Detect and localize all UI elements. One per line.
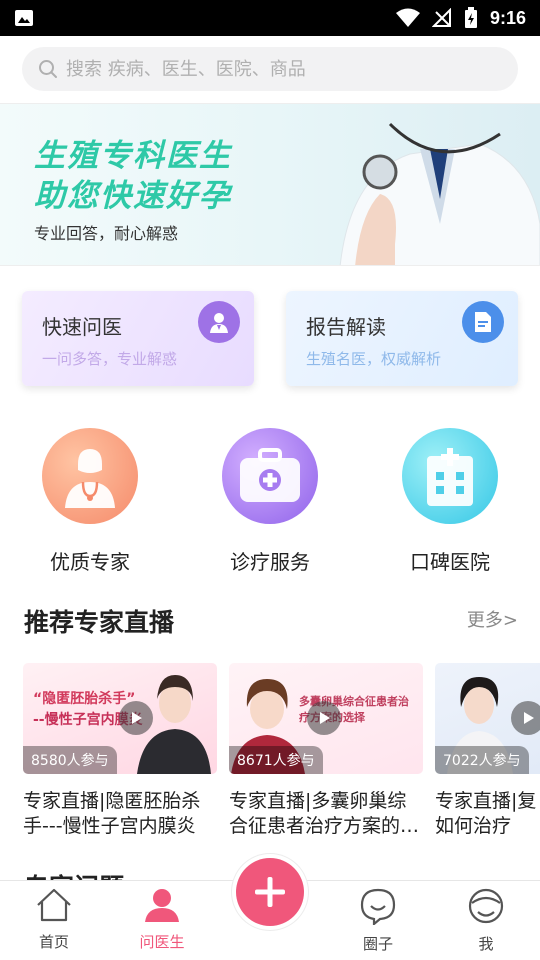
play-icon[interactable]: [119, 701, 153, 735]
category-experts-label: 优质专家: [50, 550, 130, 574]
category-experts[interactable]: 优质专家: [20, 428, 160, 575]
nav-me-label: 我: [478, 935, 494, 953]
promo-banner[interactable]: 生殖专科医生 助您快速好孕 专业回答，耐心解惑: [0, 103, 540, 266]
banner-title-line1: 生殖专科医生: [34, 138, 232, 174]
search-icon: [39, 60, 57, 78]
doctor-illustration: [339, 122, 540, 265]
report-reading-card[interactable]: 报告解读 生殖名医，权威解析: [286, 291, 518, 386]
nav-community-label: 圈子: [362, 935, 393, 953]
live-thumbnail: 多囊卵巢综合征患者治疗方案的选择 8671人参与: [229, 663, 423, 774]
live-title: 专家直播|多囊卵巢综合征患者治疗方案的…: [229, 790, 420, 837]
chat-icon: [360, 888, 396, 927]
search-input[interactable]: [66, 58, 466, 80]
wifi-icon: [395, 8, 420, 27]
app-screen: 9:16 生殖专科医生 助您快速好孕 专业回答，耐心解惑 快速问医 一问多答，专…: [0, 0, 540, 960]
nav-home-label: 首页: [38, 933, 69, 951]
banner-title-line2: 助您快速好孕: [34, 178, 232, 214]
live-card[interactable]: “隐匿胚胎杀手” --慢性子宫内膜炎 8580人参与 专家直播|隐匿胚胎杀手--…: [23, 663, 217, 839]
live-card[interactable]: 多囊卵巢综合征患者治疗方案的选择 8671人参与 专家直播|多囊卵巢综合征患者治…: [229, 663, 423, 839]
search-bar[interactable]: [22, 47, 518, 91]
gallery-icon: [15, 10, 33, 26]
battery-icon: [464, 7, 477, 28]
home-icon: [37, 888, 71, 922]
live-card[interactable]: 7022人参与 专家直播|复如何治疗: [435, 663, 540, 839]
banner-subtitle: 专业回答，耐心解惑: [34, 224, 179, 243]
nav-home[interactable]: 首页: [14, 887, 94, 952]
live-more-link[interactable]: 更多>: [467, 606, 518, 632]
nav-me[interactable]: 我: [446, 887, 526, 954]
person-icon: [145, 889, 179, 922]
category-services-label: 诊疗服务: [230, 550, 310, 574]
nav-ask-doctor[interactable]: 问医生: [122, 887, 202, 952]
live-title: 专家直播|隐匿胚胎杀手---慢性子宫内膜炎: [23, 790, 201, 837]
add-button[interactable]: [236, 858, 304, 926]
status-bar: 9:16: [0, 0, 540, 36]
doctor-avatar-icon: [42, 428, 138, 524]
live-thumbnail: “隐匿胚胎杀手” --慢性子宫内膜炎 8580人参与: [23, 663, 217, 774]
nav-community[interactable]: 圈子: [338, 887, 418, 954]
no-signal-icon: [431, 8, 451, 27]
status-time: 9:16: [489, 7, 526, 28]
report-reading-subtitle: 生殖名医，权威解析: [306, 350, 442, 368]
quick-consult-subtitle: 一问多答，专业解惑: [42, 350, 178, 368]
live-thumbnail: 7022人参与: [435, 663, 540, 774]
plus-icon: [255, 877, 285, 907]
live-title: 专家直播|复如何治疗: [435, 790, 537, 837]
category-hospitals-label: 口碑医院: [410, 550, 490, 574]
nav-ask-doctor-label: 问医生: [139, 933, 185, 951]
doctor-icon: [198, 301, 240, 343]
participant-count: 8671人参与: [229, 746, 323, 774]
profile-icon: [468, 888, 504, 924]
medical-kit-icon: [222, 428, 318, 524]
play-icon[interactable]: [307, 701, 341, 735]
category-services[interactable]: 诊疗服务: [200, 428, 340, 575]
document-icon: [462, 301, 504, 343]
participant-count: 7022人参与: [435, 746, 529, 774]
live-section-title: 推荐专家直播: [24, 608, 175, 637]
play-icon[interactable]: [511, 701, 540, 735]
thumb-text: “隐匿胚胎杀手”: [33, 691, 136, 707]
hospital-icon: [402, 428, 498, 524]
category-hospitals[interactable]: 口碑医院: [380, 428, 520, 575]
participant-count: 8580人参与: [23, 746, 117, 774]
quick-consult-card[interactable]: 快速问医 一问多答，专业解惑: [22, 291, 254, 386]
